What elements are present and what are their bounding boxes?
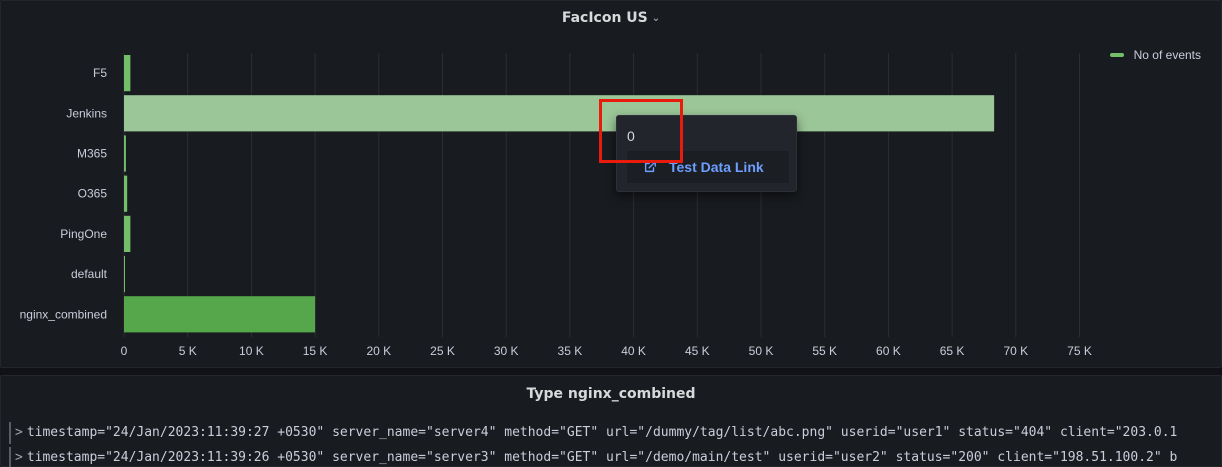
x-tick-label: 55 K	[812, 344, 837, 358]
category-labels: F5 Jenkins M365 O365 PingOne default nginx_com…	[20, 66, 108, 321]
x-tick-label: 20 K	[366, 344, 391, 358]
log-line[interactable]: > timestamp="24/Jan/2023:11:39:27 +0530" …	[9, 422, 1221, 444]
category-label: PingOne	[60, 227, 107, 241]
category-label: Jenkins	[66, 106, 107, 120]
x-tick-label: 15 K	[303, 344, 328, 358]
bar-m365[interactable]	[124, 135, 126, 172]
bar-jenkins[interactable]	[124, 95, 995, 132]
tooltip-value: 0	[627, 128, 635, 144]
legend-label: No of events	[1133, 48, 1201, 62]
chart-legend[interactable]: No of events	[1109, 48, 1201, 62]
bar-chart: F5 Jenkins M365 O365 PingOne default nginx_com…	[20, 53, 1092, 358]
x-tick-label: 65 K	[940, 344, 965, 358]
bar-default[interactable]	[124, 256, 125, 293]
category-label: M365	[77, 147, 107, 161]
logs-panel: Type nginx_combined > timestamp="24/Jan/2…	[0, 375, 1222, 467]
category-label: nginx_combined	[20, 307, 107, 321]
chart-bars	[124, 55, 995, 333]
x-tick-label: 40 K	[621, 344, 646, 358]
log-lines: > timestamp="24/Jan/2023:11:39:27 +0530" …	[9, 422, 1221, 467]
x-tick-label: 50 K	[749, 344, 774, 358]
bar-o365[interactable]	[124, 175, 128, 212]
bar-chart-panel: FacIcon US ⌄ F5 Jenkins M365 O365 PingOne defa…	[0, 0, 1222, 368]
x-tick-label: 25 K	[430, 344, 455, 358]
expand-chevron-icon[interactable]: >	[15, 425, 23, 440]
logs-panel-title[interactable]: Type nginx_combined	[1, 386, 1221, 402]
bar-nginx-combined[interactable]	[124, 296, 316, 333]
category-label: F5	[93, 66, 107, 80]
bar-tooltip: 0 Test Data Link	[616, 115, 797, 192]
legend-swatch	[1109, 53, 1124, 57]
test-data-link-label: Test Data Link	[669, 159, 764, 175]
x-tick-label: 35 K	[558, 344, 583, 358]
x-tick-label: 30 K	[494, 344, 519, 358]
x-tick-label: 45 K	[685, 344, 710, 358]
external-link-icon	[644, 161, 656, 173]
category-label: default	[71, 267, 108, 281]
x-tick-label: 70 K	[1003, 344, 1028, 358]
x-tick-label: 75 K	[1067, 344, 1092, 358]
log-line[interactable]: > timestamp="24/Jan/2023:11:39:26 +0530" …	[9, 447, 1221, 467]
test-data-link[interactable]: Test Data Link	[627, 151, 789, 183]
x-tick-label: 5 K	[179, 344, 197, 358]
expand-chevron-icon[interactable]: >	[15, 450, 23, 465]
bar-f5[interactable]	[124, 55, 131, 92]
category-label: O365	[78, 187, 108, 201]
log-line-text: timestamp="24/Jan/2023:11:39:26 +0530" s…	[26, 450, 1178, 465]
x-tick-label: 60 K	[876, 344, 901, 358]
x-tick-label: 0	[121, 344, 128, 358]
x-axis-ticks: 0 5 K 10 K 15 K 20 K 25 K 30 K 35 K 40 K 45 K 50 K…	[121, 344, 1092, 358]
x-tick-label: 10 K	[239, 344, 264, 358]
log-line-text: timestamp="24/Jan/2023:11:39:27 +0530" s…	[26, 425, 1178, 440]
bar-pingone[interactable]	[124, 215, 131, 252]
